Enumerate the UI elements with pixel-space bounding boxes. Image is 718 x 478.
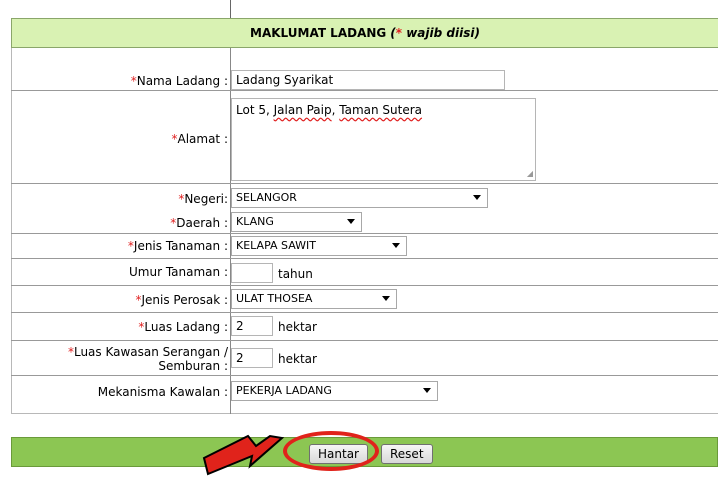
negeri-label: *Negeri: bbox=[178, 192, 228, 206]
luas-ladang-input[interactable]: 2 bbox=[231, 316, 273, 336]
negeri-select[interactable]: SELANGOR bbox=[231, 188, 488, 208]
alamat-textarea[interactable]: Lot 5, Jalan Paip, Taman Sutera ◢ bbox=[231, 98, 536, 181]
jenis-perosak-label: *Jenis Perosak : bbox=[135, 293, 228, 307]
mekanisma-label: Mekanisma Kawalan : bbox=[97, 385, 228, 399]
row-divider bbox=[11, 90, 718, 91]
chevron-down-icon bbox=[473, 195, 481, 200]
reset-button[interactable]: Reset bbox=[381, 444, 433, 464]
daerah-select[interactable]: KLANG bbox=[231, 212, 362, 232]
luas-kawasan-unit: hektar bbox=[278, 352, 317, 366]
daerah-label: *Daerah : bbox=[170, 216, 228, 230]
jenis-perosak-select[interactable]: ULAT THOSEA bbox=[231, 289, 397, 309]
jenis-tanaman-label: *Jenis Tanaman : bbox=[127, 239, 228, 253]
section-title: MAKLUMAT LADANG bbox=[250, 26, 387, 40]
row-divider bbox=[11, 183, 718, 184]
chevron-down-icon bbox=[347, 219, 355, 224]
nama-ladang-label: *Nama Ladang : bbox=[130, 74, 228, 88]
luas-ladang-unit: hektar bbox=[278, 320, 317, 334]
chevron-down-icon bbox=[392, 243, 400, 248]
jenis-tanaman-select[interactable]: KELAPA SAWIT bbox=[231, 236, 407, 256]
row-divider bbox=[11, 258, 718, 259]
row-divider bbox=[11, 375, 718, 376]
chevron-down-icon bbox=[423, 388, 431, 393]
row-divider bbox=[11, 312, 718, 313]
row-divider bbox=[11, 340, 718, 341]
luas-kawasan-input[interactable]: 2 bbox=[231, 348, 273, 368]
umur-unit: tahun bbox=[278, 267, 313, 281]
nama-ladang-input[interactable]: Ladang Syarikat bbox=[231, 70, 505, 90]
row-divider bbox=[11, 285, 718, 286]
alamat-label: *Alamat : bbox=[171, 132, 228, 146]
luas-ladang-label: *Luas Ladang : bbox=[138, 320, 228, 334]
required-hint: (* wajib diisi) bbox=[390, 26, 480, 40]
mekanisma-select[interactable]: PEKERJA LADANG bbox=[231, 381, 438, 401]
resize-handle-icon[interactable]: ◢ bbox=[527, 169, 533, 178]
row-divider bbox=[11, 233, 718, 234]
luas-kawasan-label: *Luas Kawasan Serangan / Semburan : bbox=[67, 345, 228, 373]
pointer-arrow-icon bbox=[202, 434, 285, 476]
section-header: MAKLUMAT LADANG (* wajib diisi) bbox=[11, 18, 718, 48]
chevron-down-icon bbox=[382, 296, 390, 301]
umur-tanaman-label: Umur Tanaman : bbox=[129, 265, 228, 279]
umur-tanaman-input[interactable] bbox=[231, 263, 273, 283]
top-divider bbox=[230, 0, 231, 18]
